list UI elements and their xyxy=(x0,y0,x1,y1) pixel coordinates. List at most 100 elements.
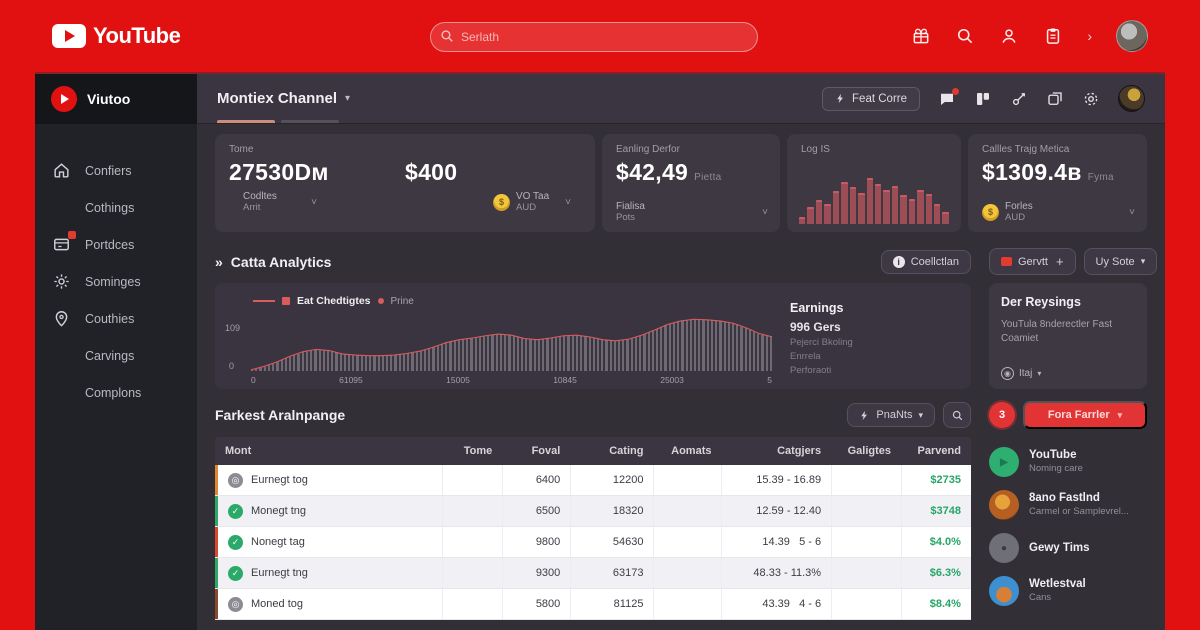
column-header-foval[interactable]: Foval xyxy=(502,445,570,457)
table-row[interactable]: ✓Nonegt tag98005463014.39 5 - 6$4.0% xyxy=(215,527,971,558)
search-input[interactable] xyxy=(430,22,758,52)
column-header-galigtes[interactable]: Galigtes xyxy=(831,445,901,457)
clipboard-icon[interactable] xyxy=(1043,26,1063,46)
chevron-down-icon: ▾ xyxy=(918,410,923,421)
sidebar-item-couthies[interactable]: Couthies xyxy=(35,300,197,337)
column-header-parvend[interactable]: Parvend xyxy=(901,445,971,457)
row-name-label: Monegt tng xyxy=(251,505,306,517)
stat-sub-title: Fialisa xyxy=(616,201,645,212)
x-tick-label: 5 xyxy=(767,375,772,385)
list-item[interactable]: WetlestvalCans xyxy=(989,576,1147,606)
cell-galigtes xyxy=(831,496,901,526)
cell-tome xyxy=(442,465,502,495)
mini-chart-bar xyxy=(824,204,830,224)
table-row[interactable]: ✓Eurnegt tng93006317348.33 - 11.3%$6.3% xyxy=(215,558,971,589)
pnants-button[interactable]: PnaNts ▾ xyxy=(847,403,935,427)
sidebar-brand[interactable]: Viutoo xyxy=(35,74,197,124)
sidebar-item-complons[interactable]: Complons xyxy=(35,374,197,411)
sidebar-item-confiers[interactable]: Confiers xyxy=(35,152,197,189)
stat-card-metica[interactable]: Callles Trajg Metica $1309.4вFyma $ Forl… xyxy=(968,134,1147,232)
gervtt-label: Gervtt xyxy=(1018,256,1048,268)
active-tab-bar[interactable] xyxy=(217,120,275,123)
table-row[interactable]: ◎Eurnegt tog64001220015.39 - 16.89$2735 xyxy=(215,465,971,496)
stat-value: $1309.4в xyxy=(982,159,1082,185)
chevron-down-icon[interactable]: ˅ xyxy=(565,197,571,208)
main-area: Montiex Channel ▾ Feat Corre xyxy=(197,74,1165,630)
cell-cating: 54630 xyxy=(570,527,653,557)
section-chevrons-icon: » xyxy=(215,254,223,270)
stat-sub-sub: AUD xyxy=(516,202,536,213)
chevron-right-icon[interactable]: › xyxy=(1087,28,1092,44)
analytics-chart-card: Eat Chedtigtes Prine 109 0 0610951500510… xyxy=(215,283,971,389)
cell-catgjers: 14.39 5 - 6 xyxy=(721,527,831,557)
fora-farrler-button[interactable]: Fora Farrler ▾ xyxy=(1023,401,1147,429)
list-item[interactable]: ▶YouTubeNoming care xyxy=(989,447,1147,477)
column-header-cating[interactable]: Cating xyxy=(570,445,653,457)
inactive-tab-bar[interactable] xyxy=(281,120,339,123)
tab-indicator[interactable] xyxy=(217,120,339,123)
legend-label-1: Eat Chedtigtes xyxy=(297,295,371,307)
sidebar-item-label: Sominges xyxy=(85,275,141,289)
uysote-button[interactable]: Uy Sote ▾ xyxy=(1084,248,1158,275)
brand-name: Viutoo xyxy=(87,91,130,107)
table-row-section: MontTomeFovalCatingAomatsCatgjersGaligte… xyxy=(215,437,1147,630)
column-header-catgjers[interactable]: Catgjers xyxy=(721,445,831,457)
chevron-down-icon[interactable]: ˅ xyxy=(762,207,768,218)
list-item[interactable]: ●Gewy Tims xyxy=(989,533,1147,563)
chat-icon[interactable] xyxy=(938,90,956,108)
table-row[interactable]: ✓Monegt tng65001832012.59 - 12.40$3748 xyxy=(215,496,971,527)
channel-title[interactable]: Montiex Channel xyxy=(217,90,337,107)
search-icon-top[interactable] xyxy=(955,26,975,46)
column-header-mont[interactable]: Mont xyxy=(215,445,442,457)
feat-corre-button[interactable]: Feat Corre xyxy=(822,87,920,111)
topbar-avatar[interactable] xyxy=(1116,20,1148,52)
reysings-dropdown[interactable]: ◉ Itaj ▾ xyxy=(1001,367,1041,380)
notification-count-badge[interactable]: 3 xyxy=(989,402,1015,428)
header-avatar[interactable] xyxy=(1118,85,1145,112)
mini-chart-bar xyxy=(883,190,889,224)
settings-icon[interactable] xyxy=(1082,90,1100,108)
collection-button[interactable]: i Coellctlan xyxy=(881,250,971,274)
stat-card-log[interactable]: Log IS xyxy=(787,134,961,232)
column-header-tome[interactable]: Tome xyxy=(442,445,502,457)
mini-chart-bar xyxy=(867,178,873,224)
cell-parvend: $2735 xyxy=(901,465,971,495)
list-item[interactable]: 8ano FastlndCarmel or Samplevrel... xyxy=(989,490,1147,520)
pending-icon: ◎ xyxy=(228,597,243,612)
gift-icon[interactable] xyxy=(911,26,931,46)
column-header-aomats[interactable]: Aomats xyxy=(653,445,721,457)
sidebar-item-carvings[interactable]: Carvings xyxy=(35,337,197,374)
stat-card-earning[interactable]: Eanling Derfor $42,49Pietta Fialisa Pots… xyxy=(602,134,780,232)
uysote-label: Uy Sote xyxy=(1096,256,1135,268)
row-name-cell: ◎Eurnegt tog xyxy=(215,465,442,495)
chart-legend: Eat Chedtigtes Prine xyxy=(253,295,414,307)
channel-caret-icon[interactable]: ▾ xyxy=(345,93,350,104)
sidebar-item-cothings[interactable]: Cothings xyxy=(35,189,197,226)
row-name-label: Nonegt tag xyxy=(251,536,305,548)
mini-chart-bar xyxy=(942,212,948,224)
sidebar-item-portdces[interactable]: Portdces xyxy=(35,226,197,263)
plus-icon[interactable]: + xyxy=(1056,254,1064,269)
user-icon[interactable] xyxy=(999,26,1019,46)
table-search-button[interactable] xyxy=(943,402,971,428)
youtube-logo[interactable]: YouTube xyxy=(52,23,180,49)
chevron-down-icon[interactable]: ˅ xyxy=(1129,207,1135,218)
link-icon[interactable] xyxy=(1010,90,1028,108)
cell-galigtes xyxy=(831,527,901,557)
sidebar-item-sominges[interactable]: Sominges xyxy=(35,263,197,300)
chevron-down-icon[interactable]: ˅ xyxy=(311,197,317,208)
stat-value: $42,49 xyxy=(616,159,688,185)
stat-card-tome[interactable]: Tome 27530Dм Codltes Arrit ˅ $400 xyxy=(215,134,595,232)
external-window-icon[interactable] xyxy=(1046,90,1064,108)
mini-chart-bar xyxy=(841,182,847,224)
pending-icon: ◎ xyxy=(228,473,243,488)
analytics-chart[interactable]: Eat Chedtigtes Prine 109 0 0610951500510… xyxy=(225,291,776,385)
dashboard-grid-icon[interactable] xyxy=(974,90,992,108)
cell-foval: 6500 xyxy=(502,496,570,526)
table-row[interactable]: ◎Moned tog58008112543.39 4 - 6$8.4% xyxy=(215,589,971,620)
reysings-body: YouTula 8nderectler Fast Coamiet xyxy=(1001,318,1135,345)
gervtt-button[interactable]: Gervtt + xyxy=(989,248,1076,275)
cell-tome xyxy=(442,527,502,557)
chevron-down-icon: ▾ xyxy=(1141,256,1146,267)
cell-foval: 5800 xyxy=(502,589,570,619)
